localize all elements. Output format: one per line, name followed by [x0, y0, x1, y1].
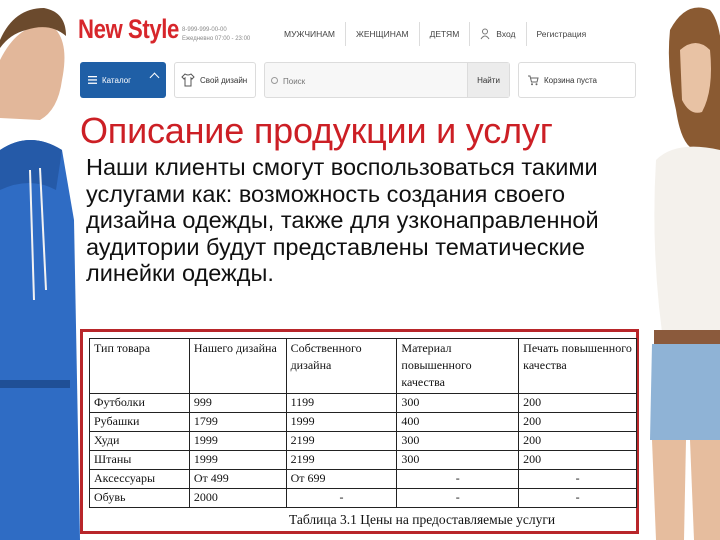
table-cell: 200 [518, 393, 637, 413]
header-product-type: Тип товара [89, 338, 190, 394]
table-caption: Таблица 3.1 Цены на предоставляемые услу… [289, 512, 556, 527]
catalog-label: Каталог [102, 75, 132, 85]
table-cell: - [518, 488, 637, 508]
nav-login[interactable]: Вход [469, 22, 525, 46]
slide-body-text: Наши клиенты смогут воспользоваться таки… [86, 154, 599, 286]
table-cell: 999 [188, 393, 287, 413]
table-row: Аксессуары От 499 От 699 - - [89, 469, 637, 489]
contact-hours: Ежедневно 07:00 - 23:00 [182, 36, 251, 42]
cart-button[interactable]: Корзина пуста [518, 62, 636, 98]
table-header-row: Тип товара Нашего дизайна Собственного д… [89, 338, 637, 394]
nav-men[interactable]: МУЖЧИНАМ [274, 22, 345, 46]
contact-phone: 8-999-999-00-00 [182, 27, 227, 33]
table-cell: 1999 [285, 412, 398, 432]
table-cell: - [396, 488, 520, 508]
table-cell: 300 [396, 450, 520, 470]
table-row: Рубашки 1799 1999 400 200 [89, 412, 637, 432]
cart-label: Корзина пуста [544, 75, 597, 85]
chevron-up-icon [149, 72, 160, 83]
catalog-button[interactable]: Каталог [80, 62, 166, 98]
table-cell: 1199 [285, 393, 398, 413]
search-button[interactable]: Найти [467, 63, 509, 97]
contact-info: 8-999-999-00-00 Ежедневно 07:00 - 23:00 [182, 26, 250, 44]
header-premium-material: Материал повышенного качества [396, 338, 520, 394]
table-cell: 1999 [188, 450, 287, 470]
custom-design-button[interactable]: Свой дизайн [174, 62, 256, 98]
header-own-design: Собственного дизайна [285, 338, 398, 394]
table-row: Штаны 1999 2199 300 200 [89, 450, 637, 470]
price-table: Тип товара Нашего дизайна Собственного д… [89, 338, 637, 508]
table-cell: 1799 [188, 412, 287, 432]
photo-man-blue-hoodie [0, 0, 80, 540]
table-cell: 300 [396, 393, 520, 413]
header-premium-print: Печать повышенного качества [518, 338, 637, 394]
table-cell: От 699 [285, 469, 398, 489]
table-cell: 300 [396, 431, 520, 451]
table-cell: Футболки [89, 393, 190, 413]
search-input[interactable] [269, 71, 457, 91]
website-header: New Style 8-999-999-00-00 Ежедневно 07:0… [72, 0, 636, 104]
table-row: Худи 1999 2199 300 200 [89, 431, 637, 451]
table-row: Обувь 2000 - - - [89, 488, 637, 508]
table-cell: Штаны [89, 450, 190, 470]
table-cell: Рубашки [89, 412, 190, 432]
search-bar: Найти [264, 62, 510, 98]
top-navigation: МУЖЧИНАМ ЖЕНЩИНАМ ДЕТЯМ Вход Регистрация [274, 22, 596, 46]
cart-icon [528, 75, 539, 86]
photo-woman [636, 0, 720, 540]
table-cell: 200 [518, 450, 637, 470]
nav-women[interactable]: ЖЕНЩИНАМ [345, 22, 419, 46]
table-cell: 400 [396, 412, 520, 432]
table-cell: 200 [518, 412, 637, 432]
table-cell: - [396, 469, 520, 489]
table-cell: 2199 [285, 431, 398, 451]
menu-icon [88, 76, 97, 84]
site-logo[interactable]: New Style [78, 14, 179, 45]
site-toolbar: Каталог Свой дизайн Найти Корзина пуста [80, 62, 636, 98]
header-our-design: Нашего дизайна [188, 338, 287, 394]
table-cell: От 499 [188, 469, 287, 489]
tshirt-icon [181, 73, 195, 87]
table-cell: - [518, 469, 637, 489]
price-table-frame: Тип товара Нашего дизайна Собственного д… [80, 329, 639, 534]
nav-register[interactable]: Регистрация [525, 22, 597, 46]
table-cell: 200 [518, 431, 637, 451]
table-cell: 2199 [285, 450, 398, 470]
slide-title: Описание продукции и услуг [80, 110, 553, 151]
table-cell: - [285, 488, 398, 508]
table-cell: 1999 [188, 431, 287, 451]
table-cell: Худи [89, 431, 190, 451]
table-cell: Обувь [89, 488, 190, 508]
table-cell: 2000 [188, 488, 287, 508]
table-cell: Аксессуары [89, 469, 190, 489]
custom-design-label: Свой дизайн [200, 75, 248, 85]
table-row: Футболки 999 1199 300 200 [89, 393, 637, 413]
nav-kids[interactable]: ДЕТЯМ [418, 22, 470, 46]
user-icon [480, 28, 490, 40]
